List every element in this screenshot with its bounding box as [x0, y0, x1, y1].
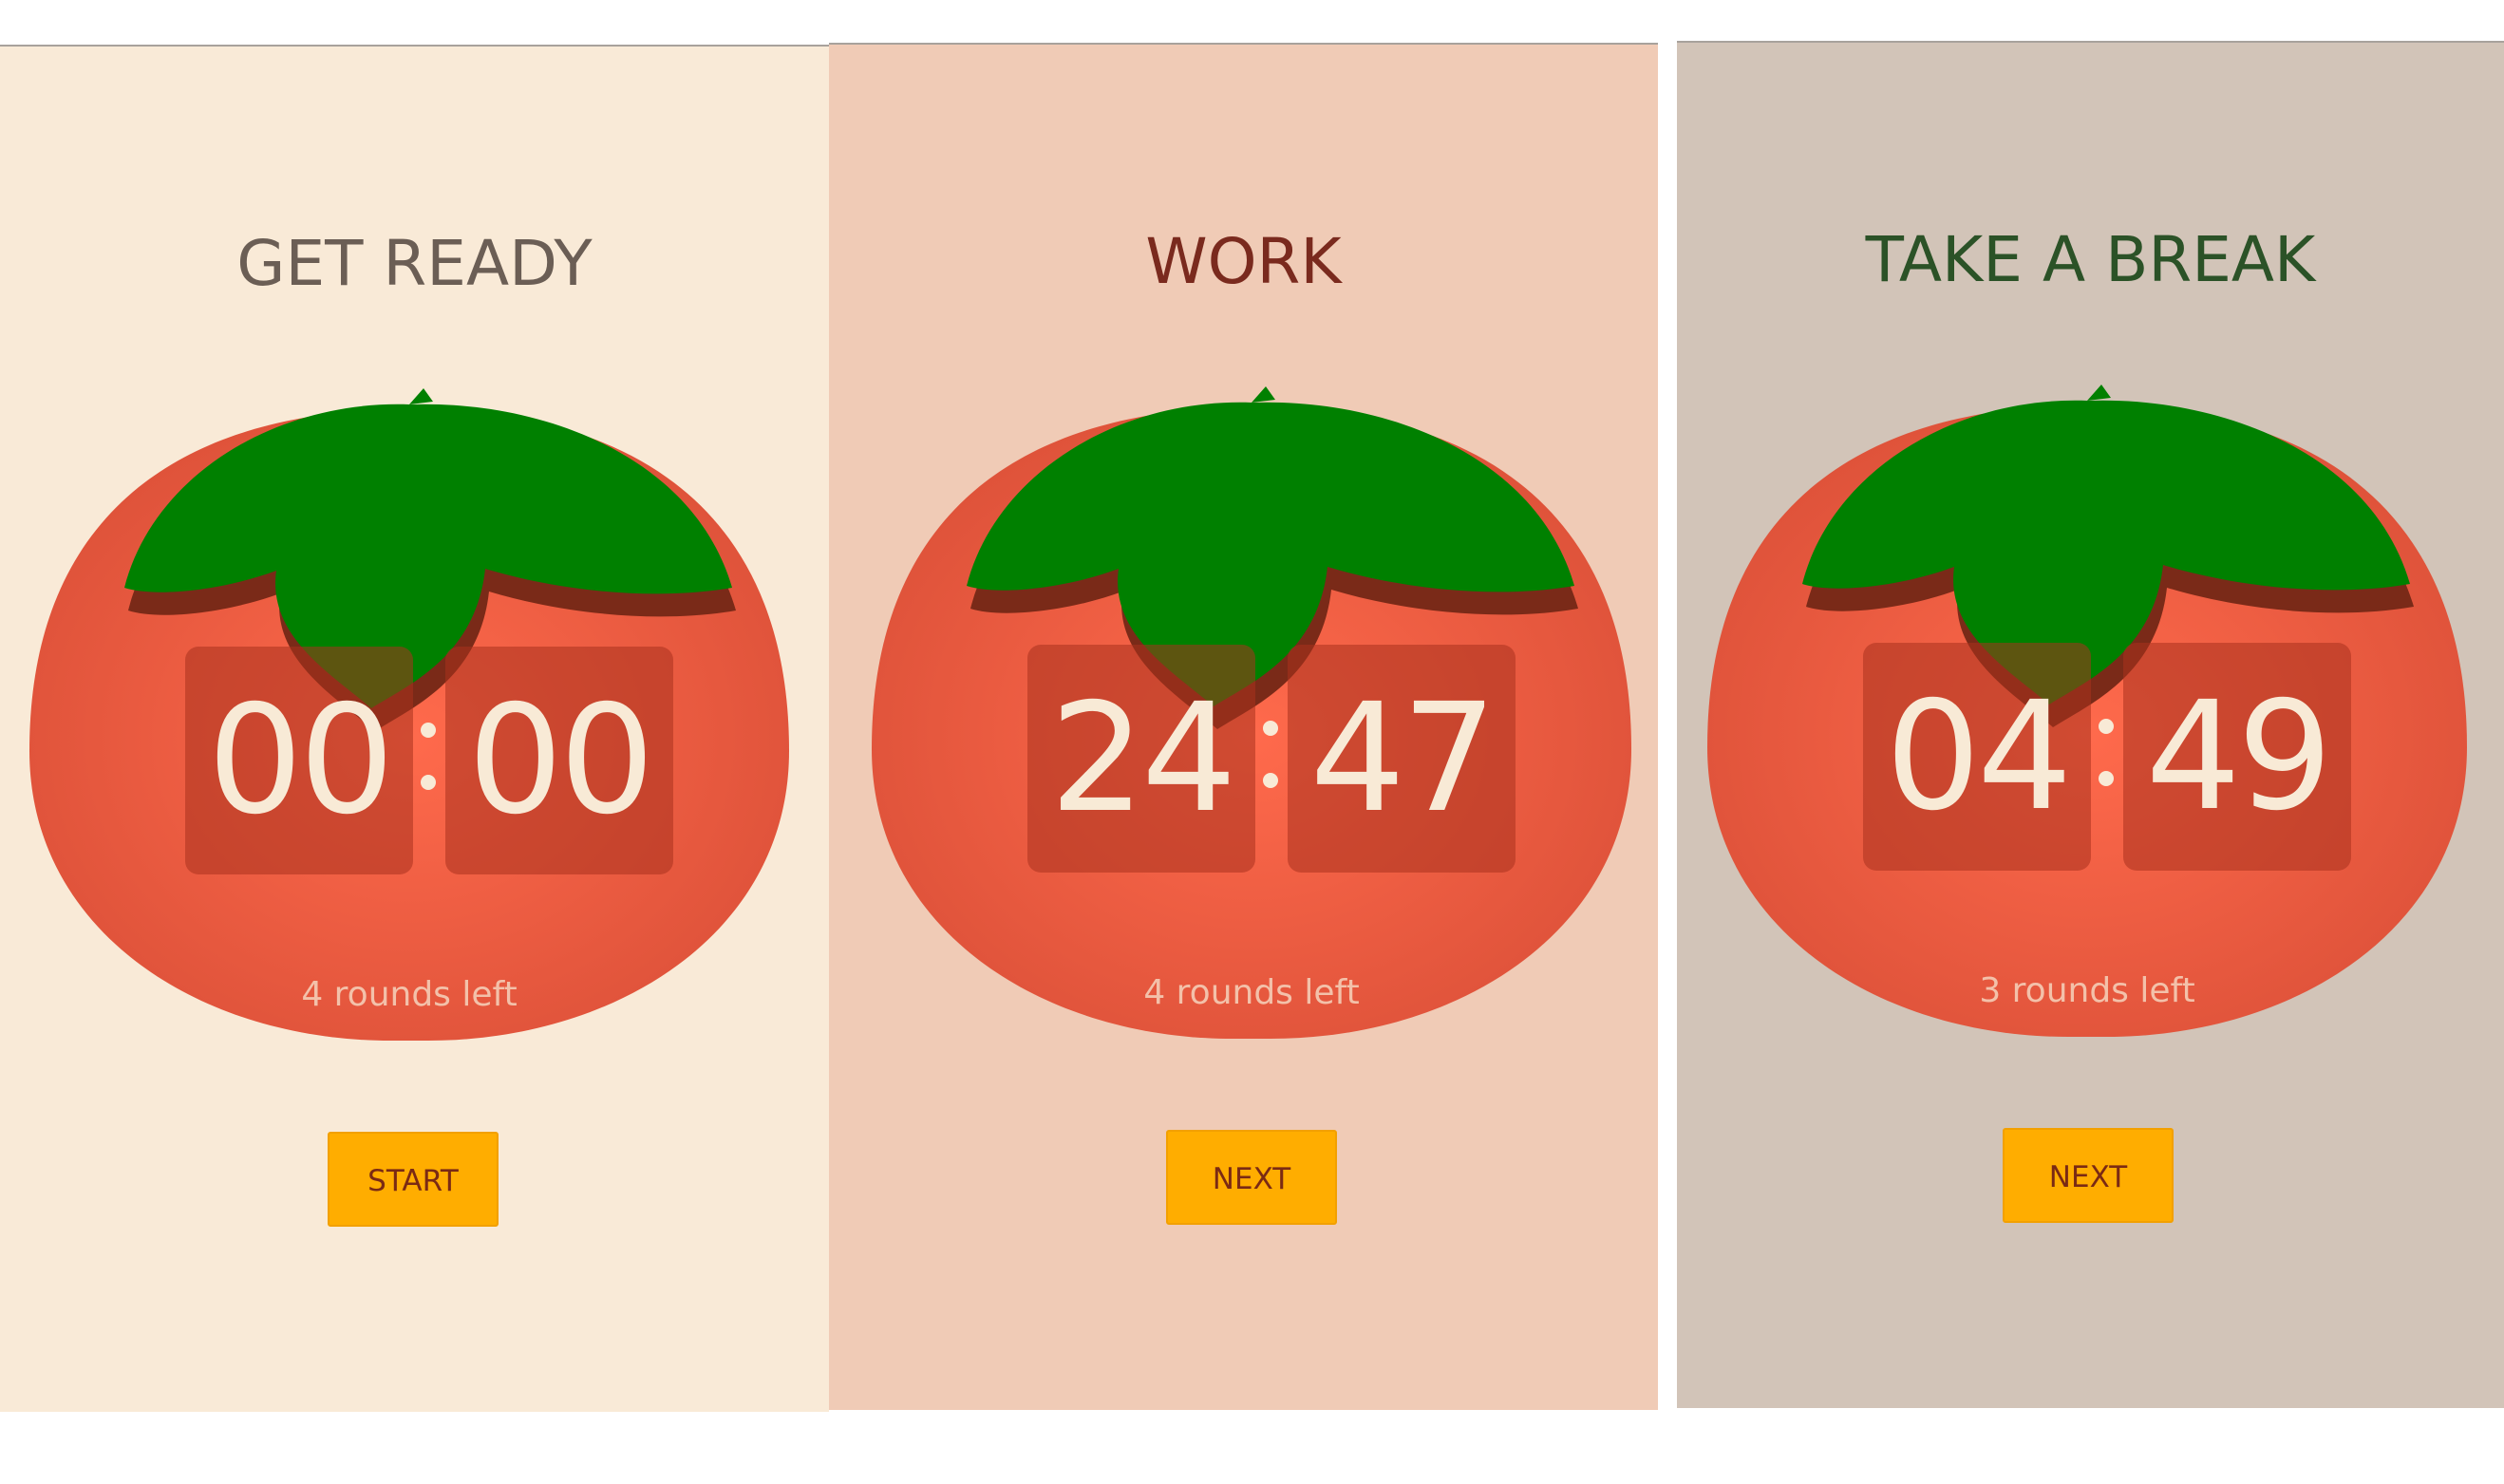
panel-title: TAKE A BREAK	[1865, 223, 2316, 296]
panel-title: WORK	[1145, 225, 1342, 298]
tomato-icon: 00 00 4 rounds left	[29, 352, 789, 1041]
panel-get-ready: GET READY 00 00 4 rounds left START	[0, 45, 829, 1412]
seconds-display: 47	[1288, 645, 1516, 873]
pomodoro-screens: GET READY 00 00 4 rounds left START WORK…	[0, 0, 2504, 1484]
minutes-display: 00	[185, 647, 413, 874]
rounds-left-label: 4 rounds left	[301, 975, 518, 1014]
minutes-display: 04	[1863, 643, 2091, 871]
seconds-display: 00	[445, 647, 673, 874]
seconds-display: 49	[2123, 643, 2351, 871]
timer-display: 24 47	[872, 645, 1631, 873]
colon-separator	[2087, 643, 2123, 871]
colon-separator	[409, 647, 445, 874]
panel-work: WORK 24 47 4 rounds left NEXT	[829, 43, 1658, 1410]
panel-title: GET READY	[236, 227, 593, 300]
timer-display: 04 49	[1707, 643, 2467, 871]
timer-display: 00 00	[29, 647, 789, 874]
tomato-icon: 04 49 3 rounds left	[1707, 348, 2467, 1037]
next-button[interactable]: NEXT	[1166, 1130, 1337, 1225]
rounds-left-label: 3 rounds left	[1979, 971, 2195, 1010]
tomato-icon: 24 47 4 rounds left	[872, 350, 1631, 1039]
colon-separator	[1252, 645, 1288, 873]
minutes-display: 24	[1027, 645, 1255, 873]
start-button[interactable]: START	[328, 1132, 499, 1227]
next-button[interactable]: NEXT	[2003, 1128, 2174, 1223]
panel-take-a-break: TAKE A BREAK 04 49 3 rounds left NEXT	[1677, 41, 2504, 1408]
rounds-left-label: 4 rounds left	[1143, 973, 1360, 1012]
